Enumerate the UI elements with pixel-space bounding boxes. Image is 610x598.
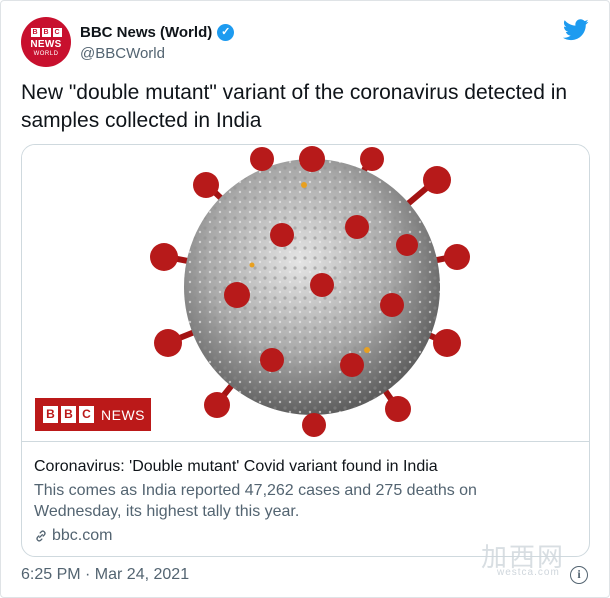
avatar-block: B [41,27,51,37]
twitter-bird-icon[interactable] [563,19,589,41]
account-handle[interactable]: @BBCWorld [80,45,165,62]
avatar-world-text: WORLD [33,50,59,57]
badge-letter: C [79,406,94,423]
badge-letter: B [61,406,76,423]
tweet-card: B B C NEWS WORLD BBC News (World) ✓ @BBC… [0,0,610,598]
tweet-timestamp[interactable]: 6:25 PM · Mar 24, 2021 [21,566,189,584]
watermark-url: westca.com [497,567,560,578]
link-icon [36,530,46,542]
avatar-bbc-blocks: B B C [30,27,62,37]
badge-word: NEWS [101,406,145,423]
avatar[interactable]: B B C NEWS WORLD [21,17,71,67]
verified-badge-icon: ✓ [217,24,235,41]
card-title: Coronavirus: 'Double mutant' Covid varia… [34,458,438,475]
account-name[interactable]: BBC News (World) ✓ [80,24,235,41]
card-description: This comes as India reported 47,262 case… [34,482,477,520]
card-domain-text: bbc.com [52,527,113,544]
tweet-text: New "double mutant" variant of the coron… [21,81,568,132]
account-name-text: BBC News (World) [80,24,213,41]
coronavirus-illustration [150,146,470,437]
link-card[interactable]: B B C NEWS Coronavirus: 'Double mutant' … [21,144,590,557]
avatar-block: C [52,27,62,37]
info-icon[interactable]: i [570,566,588,584]
avatar-news-text: NEWS [30,38,62,50]
badge-letter: B [43,406,58,423]
card-image[interactable]: B B C NEWS [22,145,589,441]
bbc-news-badge: B B C NEWS [35,398,151,431]
avatar-block: B [30,27,40,37]
